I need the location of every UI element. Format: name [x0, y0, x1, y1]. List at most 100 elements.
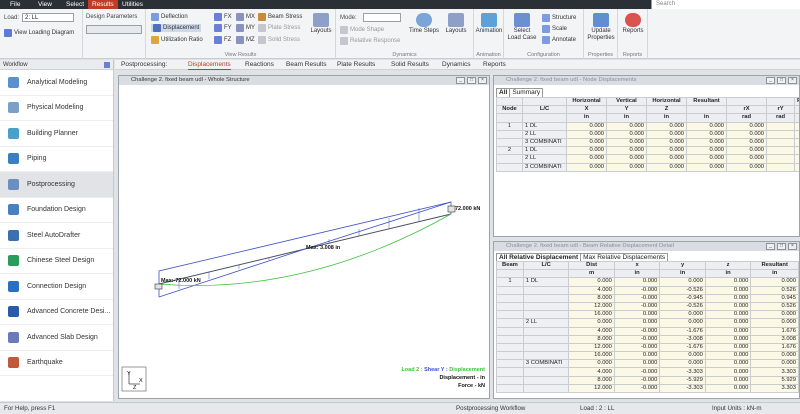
- table-cell[interactable]: 0.000: [566, 154, 607, 164]
- close-icon[interactable]: ×: [788, 243, 797, 250]
- table-cell[interactable]: 0.000: [613, 277, 661, 287]
- fy-button[interactable]: FY: [214, 24, 232, 32]
- table-cell[interactable]: 0.000: [750, 277, 799, 287]
- table-cell[interactable]: 3.008: [750, 334, 799, 344]
- fx-button[interactable]: FX: [214, 13, 232, 21]
- column-header[interactable]: Rotat: [794, 96, 799, 107]
- table-cell[interactable]: [766, 146, 795, 156]
- column-header[interactable]: in: [606, 113, 647, 123]
- table-row[interactable]: 4.000 -0.000 -0.526 0.000 0.526: [496, 285, 799, 295]
- table-cell[interactable]: 1: [496, 277, 524, 287]
- table-cell[interactable]: -0.000: [613, 383, 661, 394]
- table-cell[interactable]: 0.000: [704, 277, 752, 287]
- table-cell[interactable]: 0.000: [704, 383, 752, 394]
- table-cell[interactable]: 0.000: [750, 318, 799, 328]
- table-cell[interactable]: 1 DL: [522, 146, 567, 156]
- table-row[interactable]: 21 DL 0.000 0.000 0.000 0.000 0.000: [496, 146, 799, 156]
- table-cell[interactable]: [794, 162, 799, 172]
- relative-response-button[interactable]: Relative Response: [340, 37, 400, 45]
- select-load-case-button[interactable]: Select Load Case: [507, 13, 537, 41]
- column-header[interactable]: in: [566, 113, 607, 123]
- utilization-ratio-button[interactable]: Utilization Ratio: [151, 36, 203, 44]
- column-header[interactable]: rad: [726, 113, 767, 123]
- maximize-icon[interactable]: □: [467, 77, 476, 84]
- table-cell[interactable]: 2 LL: [522, 129, 567, 139]
- workflow-item[interactable]: Advanced Slab Design: [0, 325, 113, 351]
- tab-reports[interactable]: Reports: [483, 60, 506, 70]
- table-cell[interactable]: 0.000: [750, 310, 799, 320]
- table-cell[interactable]: 0.000: [613, 310, 661, 320]
- table-cell[interactable]: 0.000: [750, 351, 799, 361]
- table-cell[interactable]: [522, 375, 570, 385]
- table-row[interactable]: 8.000 -0.000 -0.945 0.000 0.945: [496, 293, 799, 303]
- tab-displacements[interactable]: Displacements: [188, 60, 231, 70]
- tab-solid-results[interactable]: Solid Results: [391, 60, 429, 70]
- structure-button[interactable]: Structure: [542, 14, 576, 22]
- menu-results[interactable]: Results: [88, 0, 118, 9]
- column-header[interactable]: rY: [766, 105, 795, 115]
- table-cell[interactable]: [522, 326, 570, 336]
- mode-select[interactable]: [363, 13, 401, 22]
- table-cell[interactable]: 0.000: [646, 162, 687, 172]
- table-cell[interactable]: [496, 137, 523, 148]
- column-header[interactable]: Horizontal: [646, 96, 687, 107]
- table-cell[interactable]: [496, 310, 524, 320]
- table-cell[interactable]: [496, 129, 523, 139]
- table-cell[interactable]: 0.000: [646, 146, 687, 156]
- table-cell[interactable]: [496, 162, 523, 172]
- table-cell[interactable]: 0.000: [726, 162, 767, 172]
- table-cell[interactable]: 0.000: [686, 154, 727, 164]
- table-row[interactable]: 11 DL 0.000 0.000 0.000 0.000 0.000: [496, 121, 799, 131]
- node-displacements-window[interactable]: Challenge 2. fixed beam udl - Node Displ…: [493, 75, 800, 237]
- column-header[interactable]: [522, 96, 567, 107]
- node-table[interactable]: HorizontalVerticalHorizontalResultantRot…: [496, 96, 799, 172]
- table-cell[interactable]: [496, 334, 524, 344]
- table-cell[interactable]: 3 COMBINATI: [522, 162, 567, 172]
- table-cell[interactable]: -1.676: [659, 326, 706, 336]
- table-cell[interactable]: [794, 129, 799, 139]
- table-cell[interactable]: 0.000: [613, 359, 661, 369]
- workflow-item[interactable]: Chinese Steel Design: [0, 249, 113, 274]
- table-cell[interactable]: [496, 367, 524, 377]
- column-header[interactable]: y: [659, 260, 706, 271]
- table-cell[interactable]: 0.000: [606, 162, 647, 172]
- workflow-item[interactable]: Physical Modeling: [0, 96, 113, 121]
- column-header[interactable]: Resultant: [750, 260, 799, 271]
- table-row[interactable]: 4.000 -0.000 -1.676 0.000 1.676: [496, 326, 799, 336]
- table-cell[interactable]: [522, 351, 570, 361]
- workflow-item[interactable]: Advanced Concrete Desi...: [0, 300, 113, 325]
- table-cell[interactable]: 0.000: [646, 121, 687, 131]
- column-header[interactable]: in: [646, 113, 687, 123]
- table-cell[interactable]: 0.000: [750, 359, 799, 369]
- table-cell[interactable]: 0.000: [613, 351, 661, 361]
- table-cell[interactable]: 0.000: [704, 326, 752, 336]
- table-cell[interactable]: 3 COMBINATI: [522, 137, 567, 148]
- table-cell[interactable]: [496, 375, 524, 385]
- table-cell[interactable]: -0.000: [613, 367, 661, 377]
- workflow-item[interactable]: Building Planner: [0, 121, 113, 147]
- column-header[interactable]: in: [686, 113, 727, 123]
- table-cell[interactable]: 0.000: [686, 146, 727, 156]
- table-cell[interactable]: [496, 318, 524, 328]
- table-cell[interactable]: [766, 121, 795, 131]
- column-header[interactable]: rX: [726, 105, 767, 115]
- table-cell[interactable]: 1: [496, 121, 523, 131]
- menu-select[interactable]: Select: [62, 0, 88, 9]
- workflow-item[interactable]: Foundation Design: [0, 198, 113, 223]
- structure-canvas[interactable]: 72.000 kN Max: 3.008 in Max:-72.000 kN L…: [119, 86, 489, 399]
- table-cell[interactable]: 0.000: [659, 318, 706, 328]
- table-cell[interactable]: [794, 146, 799, 156]
- table-row[interactable]: 12.000 -0.000 -0.526 0.000 0.526: [496, 301, 799, 312]
- table-cell[interactable]: [766, 129, 795, 139]
- tab-dynamics[interactable]: Dynamics: [442, 60, 471, 70]
- table-cell[interactable]: 3.303: [750, 383, 799, 394]
- table-cell[interactable]: -0.526: [659, 285, 706, 295]
- table-cell[interactable]: -1.676: [659, 342, 706, 353]
- table-cell[interactable]: [522, 383, 570, 394]
- column-header[interactable]: in: [613, 269, 661, 279]
- table-cell[interactable]: 1 DL: [522, 277, 570, 287]
- my-button[interactable]: MY: [236, 24, 255, 32]
- table-cell[interactable]: 3 COMBINATI: [522, 359, 570, 369]
- table-cell[interactable]: -3.303: [659, 383, 706, 394]
- load-select[interactable]: 2: LL: [22, 13, 74, 22]
